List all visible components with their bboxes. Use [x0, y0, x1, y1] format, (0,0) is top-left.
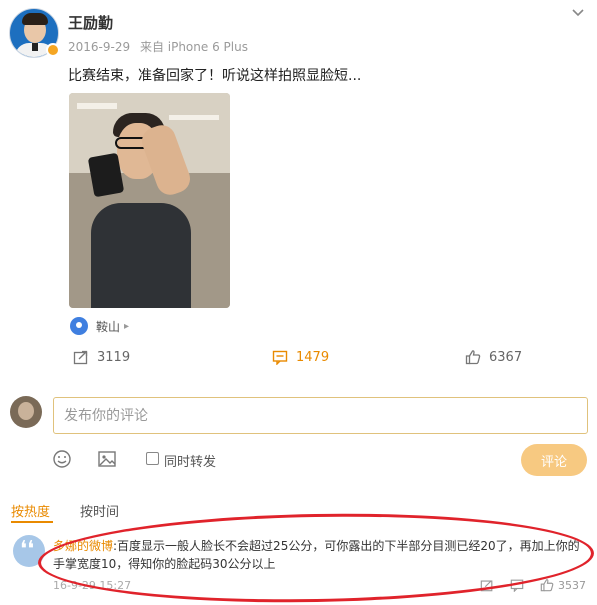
- thumbs-up-icon: [465, 350, 481, 365]
- post-source: 来自 iPhone 6 Plus: [139, 40, 248, 54]
- verified-badge-icon: [46, 43, 60, 57]
- weibo-post-page: 王励勤 2016-9-29 来自 iPhone 6 Plus 比赛结束，准备回家…: [0, 0, 597, 605]
- post-photo[interactable]: [69, 93, 230, 308]
- submit-comment-button[interactable]: 评论: [521, 444, 587, 476]
- location-name: 鞍山: [96, 319, 121, 334]
- comment-button[interactable]: 1479: [272, 349, 329, 365]
- repost-button[interactable]: 3119: [73, 349, 130, 365]
- repost-checkbox[interactable]: [146, 452, 159, 465]
- post-meta: 2016-9-29 来自 iPhone 6 Plus: [68, 38, 254, 55]
- like-button[interactable]: 6367: [465, 349, 522, 365]
- comment-count: 1479: [296, 349, 330, 365]
- repost-checkbox-label[interactable]: 同时转发: [164, 451, 216, 470]
- current-user-avatar: [10, 396, 42, 428]
- post-text: 比赛结束，准备回家了！听说这样拍照显脸短...: [68, 68, 362, 84]
- post-date[interactable]: 2016-9-29: [68, 40, 130, 54]
- chevron-down-icon[interactable]: [571, 6, 585, 20]
- tab-sort-time[interactable]: 按时间: [80, 501, 119, 520]
- emoji-icon[interactable]: [52, 449, 72, 469]
- repost-count: 3119: [97, 349, 131, 365]
- comment-input[interactable]: [53, 397, 588, 434]
- like-count: 6367: [489, 349, 523, 365]
- tab-sort-hot[interactable]: 按热度: [11, 501, 50, 520]
- repost-icon: [73, 350, 88, 365]
- comment-like-icon[interactable]: [540, 578, 554, 592]
- location-arrow-icon: ▸: [124, 320, 130, 332]
- active-tab-underline: [11, 521, 53, 523]
- comment-icon: [272, 350, 288, 365]
- image-icon[interactable]: [97, 449, 117, 469]
- comment-like-count: 3537: [558, 579, 586, 592]
- author-name[interactable]: 王励勤: [68, 12, 113, 33]
- location-tag[interactable]: 鞍山 ▸: [70, 316, 129, 336]
- location-pin-icon: [70, 317, 88, 335]
